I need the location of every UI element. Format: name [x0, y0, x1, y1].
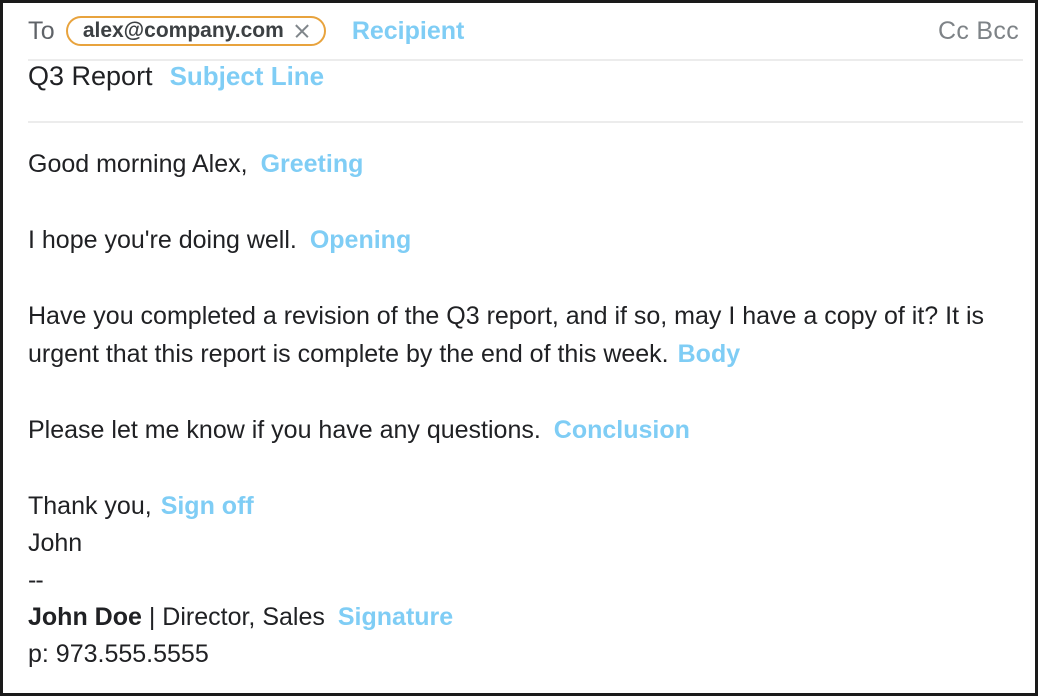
body-text: Have you completed a revision of the Q3 … — [28, 302, 985, 368]
body-paragraph: Have you completed a revision of the Q3 … — [28, 297, 1021, 373]
opening-text: I hope you're doing well. — [28, 226, 297, 254]
message-body[interactable]: Good morning Alex, Greeting I hope you're… — [3, 145, 1035, 673]
annotation-subject-line: Subject Line — [169, 61, 325, 91]
opening-line: I hope you're doing well. Opening — [28, 221, 1021, 259]
signoff-text: Thank you, — [28, 492, 152, 520]
cc-bcc-toggle[interactable]: Cc Bcc — [938, 17, 1019, 46]
signature-line: John Doe | Director, Sales Signature — [28, 599, 1021, 636]
signature-phone: p: 973.555.5555 — [28, 640, 209, 668]
subject-value: Q3 Report — [28, 61, 153, 91]
annotation-recipient: Recipient — [351, 16, 465, 45]
annotation-conclusion: Conclusion — [553, 416, 690, 444]
signoff-line: Thank you, Sign off — [28, 487, 1021, 525]
annotation-greeting: Greeting — [260, 150, 364, 178]
recipient-row: To alex@company.com Recipient Cc Bcc — [3, 3, 1035, 59]
annotation-body: Body — [677, 340, 741, 368]
signature-separator: -- — [28, 566, 44, 594]
recipient-chip[interactable]: alex@company.com — [65, 16, 326, 46]
signature-title: | Director, Sales — [148, 603, 325, 631]
conclusion-line: Please let me know if you have any quest… — [28, 411, 1021, 449]
sender-first-name: John — [28, 529, 83, 557]
email-compose-window: To alex@company.com Recipient Cc Bcc Q3 … — [0, 0, 1038, 696]
annotation-signature: Signature — [337, 603, 454, 631]
conclusion-text: Please let me know if you have any quest… — [28, 416, 541, 444]
annotation-sign-off: Sign off — [160, 492, 254, 520]
close-icon[interactable] — [294, 22, 311, 39]
to-label: To — [28, 16, 55, 45]
annotation-opening: Opening — [309, 226, 412, 254]
divider-subject — [28, 121, 1023, 123]
subject-row[interactable]: Q3 Report Subject Line — [3, 61, 1035, 121]
greeting-line: Good morning Alex, Greeting — [28, 145, 1021, 183]
greeting-text: Good morning Alex, — [28, 150, 248, 178]
recipient-email: alex@company.com — [82, 19, 284, 42]
signature-name: John Doe — [28, 603, 142, 631]
